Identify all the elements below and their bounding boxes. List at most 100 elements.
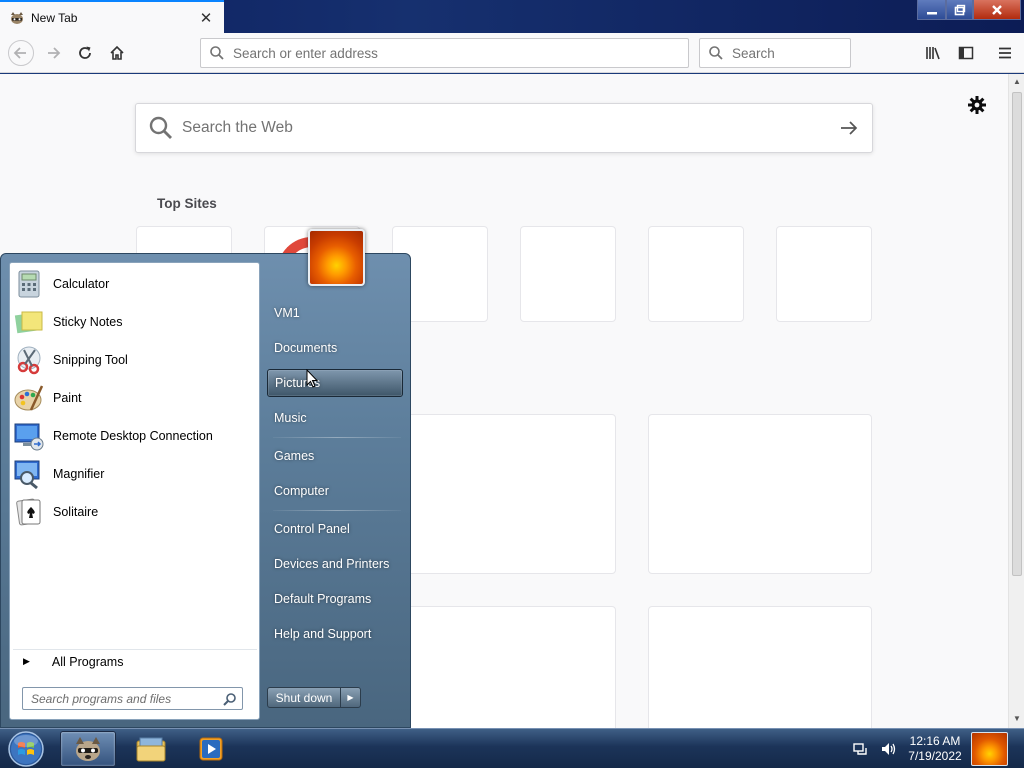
close-window-button[interactable] xyxy=(973,0,1021,20)
highlight-card[interactable] xyxy=(392,606,616,746)
program-paint[interactable]: Paint xyxy=(13,380,257,416)
start-link-user[interactable]: VM1 xyxy=(267,299,403,327)
start-menu-programs-pane: Calculator Sticky Notes Snipping Tool Pa… xyxy=(9,262,260,720)
notification-area xyxy=(846,729,898,768)
program-label: Paint xyxy=(53,391,82,405)
start-link-default-programs[interactable]: Default Programs xyxy=(267,585,403,613)
taskbar: 12:16 AM 7/19/2022 xyxy=(0,728,1024,768)
forward-button[interactable] xyxy=(41,41,65,65)
start-link-label: Devices and Printers xyxy=(274,557,390,571)
clock-time: 12:16 AM xyxy=(909,734,961,748)
back-button[interactable] xyxy=(8,40,34,66)
system-clock[interactable]: 12:16 AM 7/19/2022 xyxy=(904,734,966,764)
program-sticky-notes[interactable]: Sticky Notes xyxy=(13,304,257,340)
home-button[interactable] xyxy=(105,41,129,65)
reload-button[interactable] xyxy=(73,41,97,65)
start-link-control-panel[interactable]: Control Panel xyxy=(267,515,403,543)
top-site-tile[interactable] xyxy=(776,226,872,322)
highlight-card[interactable] xyxy=(392,414,616,574)
gear-icon xyxy=(968,96,986,114)
tab-new-tab[interactable]: New Tab ✕ xyxy=(0,0,224,33)
shutdown-options-arrow-icon[interactable]: ▶ xyxy=(341,688,360,707)
triangle-right-icon: ▶ xyxy=(23,656,30,666)
start-link-label: Documents xyxy=(274,341,338,355)
folder-icon xyxy=(136,737,166,762)
restore-icon xyxy=(954,4,965,15)
program-label: Calculator xyxy=(53,277,110,291)
scroll-up-icon[interactable]: ▲ xyxy=(1013,77,1021,86)
separator xyxy=(273,510,401,511)
paint-palette-icon xyxy=(14,385,44,411)
start-link-computer[interactable]: Computer xyxy=(267,477,403,505)
all-programs-button[interactable]: ▶ All Programs xyxy=(13,649,257,673)
home-icon xyxy=(110,45,124,60)
magnifier-icon xyxy=(14,460,40,490)
taskbar-file-explorer[interactable] xyxy=(123,731,179,767)
start-link-music[interactable]: Music xyxy=(267,404,403,432)
title-bar: New Tab ✕ xyxy=(0,0,1024,33)
program-label: Solitaire xyxy=(53,505,99,519)
top-site-tile[interactable] xyxy=(520,226,616,322)
arrow-right-icon[interactable] xyxy=(840,120,858,136)
mouse-cursor-icon xyxy=(306,369,318,388)
taskbar-firefox-raccoon[interactable] xyxy=(60,731,116,767)
shutdown-button[interactable]: Shut down xyxy=(268,688,341,707)
program-label: Snipping Tool xyxy=(53,353,128,367)
program-calculator[interactable]: Calculator xyxy=(13,266,257,302)
search-placeholder: Search xyxy=(732,45,775,61)
minimize-icon xyxy=(926,11,937,14)
hamburger-menu-icon xyxy=(999,47,1011,59)
show-desktop-button[interactable] xyxy=(971,732,1008,766)
start-button[interactable] xyxy=(6,730,46,768)
user-picture[interactable] xyxy=(308,229,365,286)
playing-card-icon xyxy=(16,498,41,526)
menu-button[interactable] xyxy=(993,41,1017,65)
start-link-games[interactable]: Games xyxy=(267,442,403,470)
sidebar-button[interactable] xyxy=(954,41,978,65)
program-magnifier[interactable]: Magnifier xyxy=(13,456,257,492)
highlight-card[interactable] xyxy=(648,414,872,574)
address-bar[interactable]: Search or enter address xyxy=(200,38,689,68)
navigation-toolbar: Search or enter address Search xyxy=(0,33,1024,73)
start-search-placeholder: Search programs and files xyxy=(31,691,172,706)
taskbar-media-player[interactable] xyxy=(183,731,239,767)
program-label: Sticky Notes xyxy=(53,315,123,329)
volume-icon[interactable] xyxy=(880,741,898,757)
library-icon xyxy=(926,47,940,60)
start-link-label: Music xyxy=(274,411,307,425)
remote-desktop-icon xyxy=(14,423,44,451)
customize-button[interactable] xyxy=(966,94,988,116)
scrollbar-thumb[interactable] xyxy=(1012,92,1022,576)
tab-close-icon[interactable]: ✕ xyxy=(196,9,216,27)
shutdown-control: Shut down ▶ xyxy=(267,687,361,708)
search-icon xyxy=(223,692,236,706)
scroll-down-icon[interactable]: ▼ xyxy=(1013,714,1021,723)
start-link-devices-printers[interactable]: Devices and Printers xyxy=(267,550,403,578)
library-button[interactable] xyxy=(922,41,946,65)
start-link-label: Help and Support xyxy=(274,627,372,641)
web-search-box[interactable]: Search the Web xyxy=(135,103,873,153)
restore-button[interactable] xyxy=(946,0,973,20)
search-icon xyxy=(149,116,172,139)
address-placeholder: Search or enter address xyxy=(233,45,378,61)
network-icon[interactable] xyxy=(852,741,870,757)
search-icon xyxy=(210,46,224,60)
minimize-button[interactable] xyxy=(917,0,946,20)
web-search-placeholder: Search the Web xyxy=(182,119,293,136)
start-search-input[interactable]: Search programs and files xyxy=(22,687,243,710)
vertical-scrollbar[interactable]: ▲ ▼ xyxy=(1008,74,1024,728)
clock-date: 7/19/2022 xyxy=(908,749,962,763)
scissors-icon xyxy=(17,346,41,375)
highlight-card[interactable] xyxy=(648,606,872,746)
top-site-tile[interactable] xyxy=(648,226,744,322)
program-snipping-tool[interactable]: Snipping Tool xyxy=(13,342,257,378)
program-label: Magnifier xyxy=(53,467,105,481)
start-link-pictures[interactable]: Pictures xyxy=(267,369,403,397)
program-solitaire[interactable]: Solitaire xyxy=(13,494,257,530)
start-link-documents[interactable]: Documents xyxy=(267,334,403,362)
search-bar[interactable]: Search xyxy=(699,38,851,68)
program-remote-desktop[interactable]: Remote Desktop Connection xyxy=(13,418,257,454)
separator xyxy=(273,437,401,438)
start-link-help-support[interactable]: Help and Support xyxy=(267,620,403,648)
start-link-label: Control Panel xyxy=(274,522,350,536)
